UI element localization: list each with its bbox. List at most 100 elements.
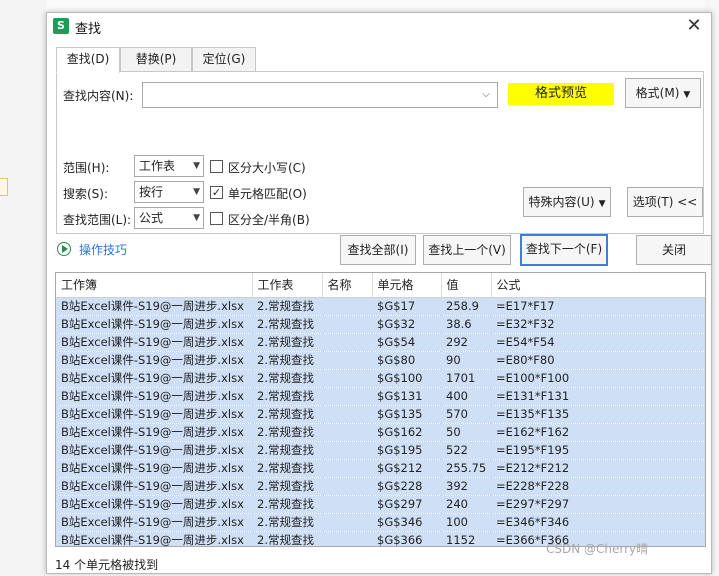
table-cell: 38.6 [441, 315, 491, 334]
table-cell: 2.常规查找 [252, 369, 322, 388]
table-cell [322, 423, 372, 442]
table-cell [322, 495, 372, 514]
format-button[interactable]: 格式(M) ▼ [625, 78, 701, 108]
table-cell: 2.常规查找 [252, 315, 322, 334]
column-header-cell[interactable]: 单元格 [372, 273, 442, 298]
format-preview: 格式预览 [508, 83, 614, 105]
table-row[interactable]: B站Excel课件-S19@一周进步.xlsx 2.常规查找 $G$135 570 =E… [56, 405, 705, 424]
search-scope-select[interactable]: 公式 ▼ [134, 207, 204, 229]
table-row[interactable]: B站Excel课件-S19@一周进步.xlsx 2.常规查找 $G$212 255.7… [56, 459, 705, 478]
table-cell: 2.常规查找 [252, 477, 322, 496]
search-scope-value: 公式 [139, 211, 164, 225]
width-label: 区分全/半角(B) [228, 213, 310, 227]
table-row[interactable]: B站Excel课件-S19@一周进步.xlsx 2.常规查找 $G$228 392 =E… [56, 477, 705, 496]
table-cell: 2.常规查找 [252, 351, 322, 370]
table-row[interactable]: B站Excel课件-S19@一周进步.xlsx 2.常规查找 $G$32 38.6 =E… [56, 315, 705, 334]
table-cell: =E54*F54 [491, 333, 705, 352]
tips-text[interactable]: 操作技巧 [79, 241, 127, 258]
table-cell: $G$17 [372, 297, 441, 316]
status-text: 14 个单元格被找到 [55, 558, 159, 572]
dropdown-arrow-icon: ▼ [193, 213, 200, 223]
table-cell: 2.常规查找 [252, 441, 322, 460]
table-cell: 2.常规查找 [252, 405, 322, 424]
width-checkbox[interactable] [210, 212, 223, 225]
table-cell: 2.常规查找 [252, 531, 322, 546]
find-content-input[interactable] [143, 83, 473, 107]
find-next-button[interactable]: 查找下一个(F) [520, 234, 608, 266]
table-row[interactable]: B站Excel课件-S19@一周进步.xlsx 2.常规查找 $G$54 292 =E5… [56, 333, 705, 352]
column-header-name[interactable]: 名称 [322, 273, 373, 298]
special-content-label: 特殊内容(U) [528, 195, 595, 209]
column-header-workbook[interactable]: 工作簿 [56, 273, 253, 298]
table-cell: 50 [441, 423, 491, 442]
case-checkbox[interactable] [210, 160, 223, 173]
table-row[interactable]: B站Excel课件-S19@一周进步.xlsx 2.常规查找 $G$346 100 =E… [56, 513, 705, 532]
dropdown-arrow-icon: ▼ [683, 90, 691, 100]
table-cell: =E297*F297 [491, 495, 705, 514]
range-select[interactable]: 工作表 ▼ [134, 155, 204, 177]
column-header-sheet[interactable]: 工作表 [252, 273, 323, 298]
table-cell: B站Excel课件-S19@一周进步.xlsx [56, 333, 252, 352]
find-content-combo[interactable]: ⌵ [142, 82, 498, 108]
table-row[interactable]: B站Excel课件-S19@一周进步.xlsx 2.常规查找 $G$131 400 =E… [56, 387, 705, 406]
close-icon[interactable]: ✕ [683, 15, 705, 37]
table-cell: =E162*F162 [491, 423, 705, 442]
results-body: B站Excel课件-S19@一周进步.xlsx 2.常规查找 $G$17 258.9 =… [56, 297, 705, 546]
table-row[interactable]: B站Excel课件-S19@一周进步.xlsx 2.常规查找 $G$162 50 =E1… [56, 423, 705, 442]
table-cell: 2.常规查找 [252, 387, 322, 406]
search-order-select[interactable]: 按行 ▼ [134, 181, 204, 203]
table-cell: B站Excel课件-S19@一周进步.xlsx [56, 495, 252, 514]
table-cell: =E80*F80 [491, 351, 705, 370]
table-cell: =E346*F346 [491, 513, 705, 532]
range-label: 范围(H): [63, 161, 110, 175]
watermark-text: CSDN @Cherry晴 [546, 542, 649, 556]
table-cell: $G$80 [372, 351, 441, 370]
tab-find[interactable]: 查找(D) [56, 47, 120, 73]
chevron-down-icon[interactable]: ⌵ [479, 88, 493, 102]
title-bar: S 查找 ✕ [47, 13, 711, 39]
table-cell: $G$162 [372, 423, 441, 442]
format-button-label: 格式(M) [635, 86, 680, 100]
table-cell: =E32*F32 [491, 315, 705, 334]
find-all-button[interactable]: 查找全部(I) [340, 235, 416, 265]
table-row[interactable]: B站Excel课件-S19@一周进步.xlsx 2.常规查找 $G$100 1701 =… [56, 369, 705, 388]
column-header-formula[interactable]: 公式 [491, 273, 705, 298]
tab-goto[interactable]: 定位(G) [192, 47, 256, 72]
table-cell: B站Excel课件-S19@一周进步.xlsx [56, 513, 252, 532]
table-cell: =E195*F195 [491, 441, 705, 460]
table-cell: B站Excel课件-S19@一周进步.xlsx [56, 477, 252, 496]
table-cell: 2.常规查找 [252, 423, 322, 442]
table-row[interactable]: B站Excel课件-S19@一周进步.xlsx 2.常规查找 $G$80 90 =E80… [56, 351, 705, 370]
dropdown-arrow-icon: ▼ [598, 199, 606, 209]
table-cell: 400 [441, 387, 491, 406]
table-cell: $G$346 [372, 513, 441, 532]
table-cell: B站Excel课件-S19@一周进步.xlsx [56, 315, 252, 334]
cell-match-checkbox[interactable]: ✓ [210, 186, 223, 199]
table-cell [322, 477, 372, 496]
search-order-value: 按行 [139, 185, 164, 199]
table-cell: B站Excel课件-S19@一周进步.xlsx [56, 531, 252, 546]
table-cell [322, 315, 372, 334]
column-header-value[interactable]: 值 [441, 273, 492, 298]
spreadsheet-background-top [46, 0, 719, 12]
table-row[interactable]: B站Excel课件-S19@一周进步.xlsx 2.常规查找 $G$17 258.9 =… [56, 297, 705, 316]
table-row[interactable]: B站Excel课件-S19@一周进步.xlsx 2.常规查找 $G$195 522 =E… [56, 441, 705, 460]
table-cell: =E100*F100 [491, 369, 705, 388]
table-cell: $G$366 [372, 531, 441, 546]
find-content-label: 查找内容(N): [63, 89, 134, 103]
table-cell: 392 [441, 477, 491, 496]
table-cell: B站Excel课件-S19@一周进步.xlsx [56, 369, 252, 388]
table-row[interactable]: B站Excel课件-S19@一周进步.xlsx 2.常规查找 $G$297 240 =E… [56, 495, 705, 514]
special-content-button[interactable]: 特殊内容(U) ▼ [523, 187, 611, 217]
options-button[interactable]: 选项(T) << [627, 187, 703, 217]
table-cell: 2.常规查找 [252, 459, 322, 478]
table-cell: $G$212 [372, 459, 441, 478]
table-cell: 2.常规查找 [252, 495, 322, 514]
dropdown-arrow-icon: ▼ [193, 161, 200, 171]
table-cell: $G$228 [372, 477, 441, 496]
tab-replace[interactable]: 替换(P) [120, 47, 192, 72]
close-button[interactable]: 关闭 [636, 235, 712, 265]
table-cell: $G$131 [372, 387, 441, 406]
find-previous-button[interactable]: 查找上一个(V) [423, 235, 511, 265]
table-cell: $G$297 [372, 495, 441, 514]
